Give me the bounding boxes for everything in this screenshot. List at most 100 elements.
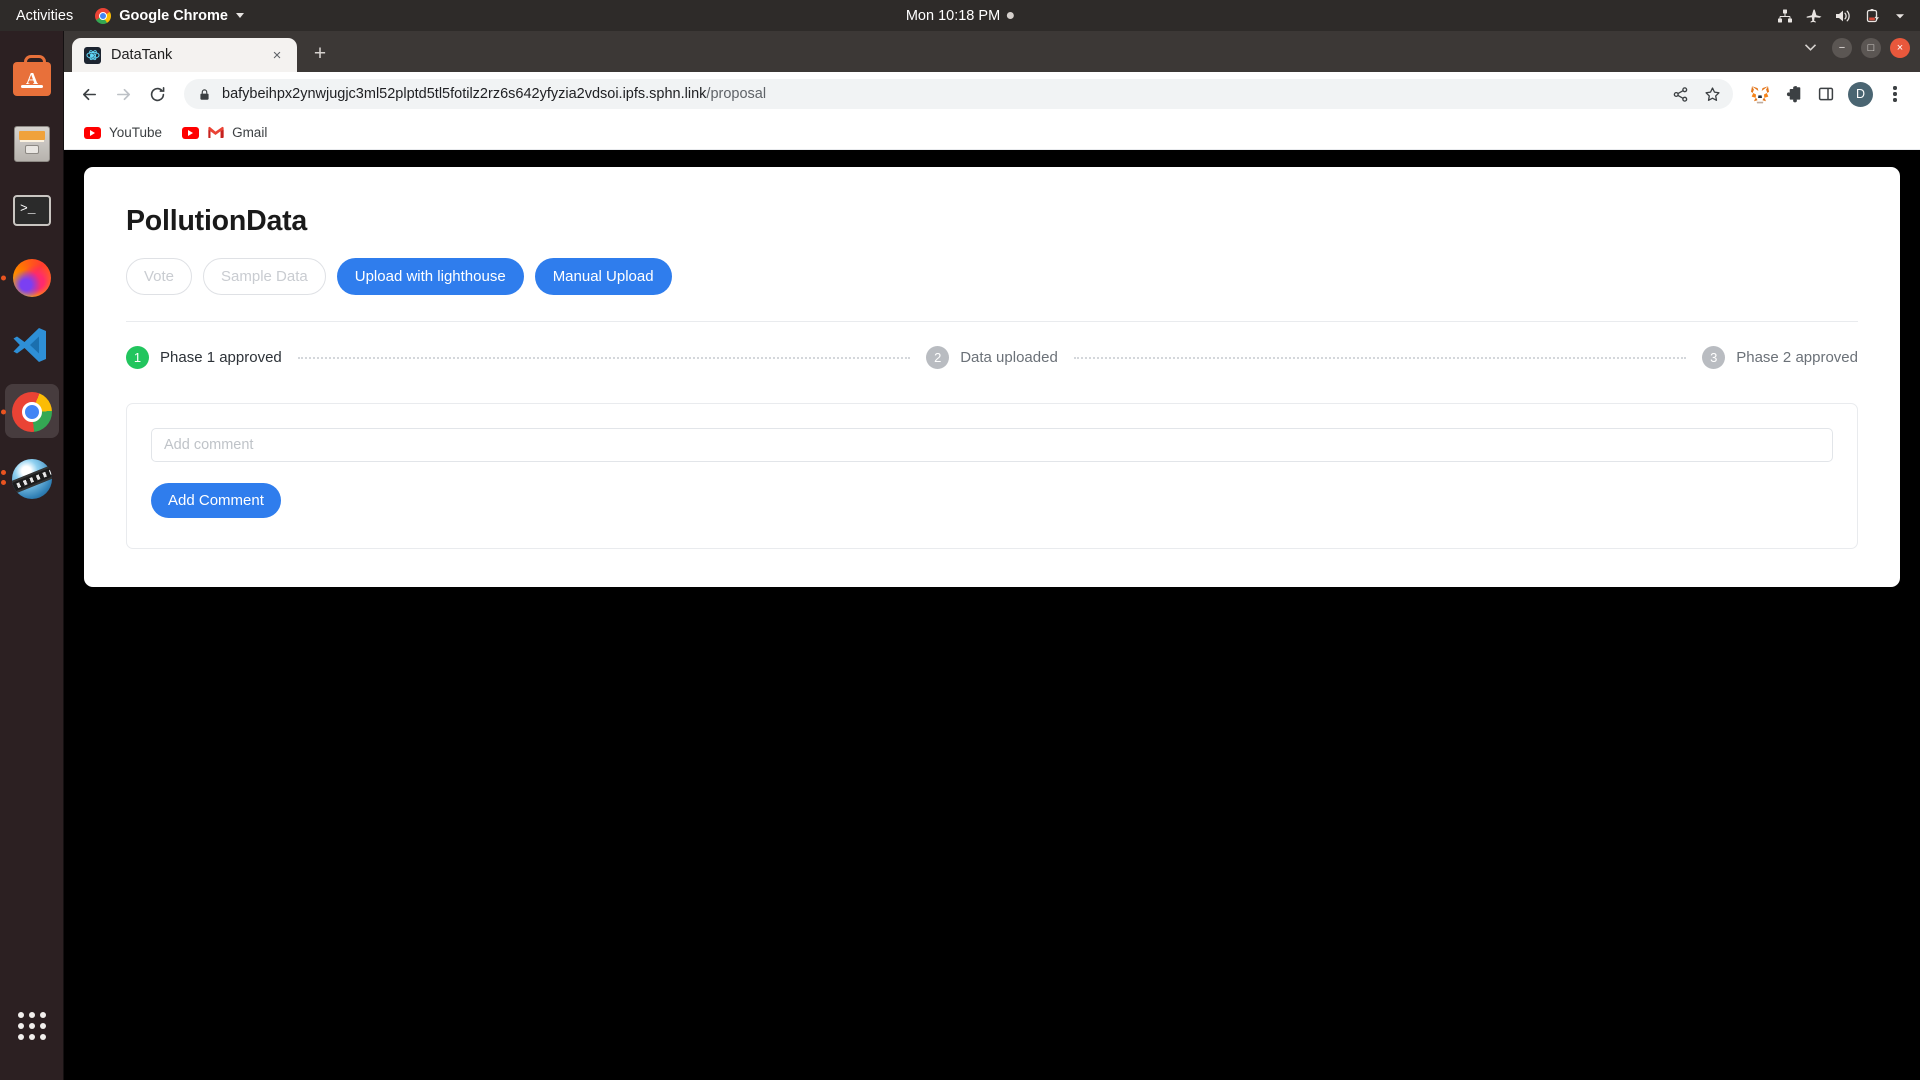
terminal-icon xyxy=(10,189,54,233)
running-indicator-icon xyxy=(1,275,6,281)
step-number: 2 xyxy=(926,346,950,369)
vscode-icon xyxy=(10,323,54,367)
chevron-down-icon xyxy=(235,13,244,18)
dock-item-vscode[interactable] xyxy=(0,313,64,377)
step-connector xyxy=(1073,356,1687,359)
manual-upload-button[interactable]: Manual Upload xyxy=(534,258,672,295)
add-comment-button[interactable]: Add Comment xyxy=(151,483,281,518)
youtube-icon xyxy=(182,126,200,139)
clock-label: Mon 10:18 PM xyxy=(905,7,1001,24)
side-panel-icon[interactable] xyxy=(1811,79,1841,109)
running-indicator-icon xyxy=(1,409,6,415)
upload-with-lighthouse-button[interactable]: Upload with lighthouse xyxy=(336,258,524,295)
lock-icon xyxy=(198,88,211,101)
bookmark-star-icon[interactable] xyxy=(1697,79,1727,109)
app-grid-icon xyxy=(18,1012,46,1040)
new-tab-button[interactable]: + xyxy=(305,39,335,69)
dock-item-media-player[interactable] xyxy=(0,447,64,511)
bookmark-label: YouTube xyxy=(109,125,163,140)
network-icon xyxy=(1777,8,1793,24)
comment-section: Add Comment xyxy=(126,403,1858,549)
action-button-row: Vote Sample Data Upload with lighthouse … xyxy=(126,258,1858,295)
step-label: Data uploaded xyxy=(960,349,1058,366)
url-text: bafybeihpx2ynwjugjc3ml52plptd5tl5fotilz2… xyxy=(222,86,1665,102)
back-icon[interactable] xyxy=(74,79,104,109)
address-bar[interactable]: bafybeihpx2ynwjugjc3ml52plptd5tl5fotilz2… xyxy=(184,79,1733,109)
system-tray[interactable] xyxy=(1777,8,1906,24)
proposal-card: PollutionData Vote Sample Data Upload wi… xyxy=(84,167,1900,587)
bookmark-gmail[interactable]: Gmail xyxy=(174,121,275,144)
youtube-icon xyxy=(84,126,101,139)
progress-stepper: 1 Phase 1 approved 2 Data uploaded 3 Pha… xyxy=(126,346,1858,369)
page-viewport: PollutionData Vote Sample Data Upload wi… xyxy=(64,150,1920,1080)
volume-icon xyxy=(1835,8,1852,24)
firefox-icon xyxy=(10,256,54,300)
url-path: /proposal xyxy=(706,86,767,102)
step-label: Phase 1 approved xyxy=(160,349,282,366)
dock-item-terminal[interactable] xyxy=(0,179,64,243)
chrome-icon xyxy=(95,7,112,24)
running-indicator-icon xyxy=(1,480,6,485)
ubuntu-dock xyxy=(0,31,64,1080)
app-menu-google-chrome[interactable]: Google Chrome xyxy=(85,7,254,24)
step-phase-1-approved: 1 Phase 1 approved xyxy=(126,346,282,369)
dock-item-google-chrome[interactable] xyxy=(0,380,64,444)
chevron-down-icon[interactable] xyxy=(1804,41,1817,55)
divider xyxy=(126,321,1858,322)
media-player-icon xyxy=(10,457,54,501)
minimize-button[interactable]: − xyxy=(1832,38,1852,58)
chrome-icon xyxy=(10,390,54,434)
profile-avatar[interactable]: D xyxy=(1848,81,1873,107)
metamask-fox-icon[interactable] xyxy=(1745,79,1775,109)
show-applications-button[interactable] xyxy=(0,994,64,1058)
toolbar-right-icons: D xyxy=(1745,79,1910,109)
three-dot-menu-icon[interactable] xyxy=(1880,79,1910,109)
clock-button[interactable]: Mon 10:18 PM xyxy=(905,7,1015,24)
dock-item-ubuntu-software[interactable] xyxy=(0,45,64,109)
activities-label: Activities xyxy=(16,7,74,24)
maximize-button[interactable]: □ xyxy=(1861,38,1881,58)
tab-title: DataTank xyxy=(111,47,173,63)
tab-datatank[interactable]: DataTank × xyxy=(72,38,297,72)
app-menu-label: Google Chrome xyxy=(119,7,228,24)
extensions-puzzle-icon[interactable] xyxy=(1778,79,1808,109)
share-icon[interactable] xyxy=(1665,79,1695,109)
step-label: Phase 2 approved xyxy=(1736,349,1858,366)
reload-icon[interactable] xyxy=(142,79,172,109)
bookmark-label: Gmail xyxy=(232,125,268,140)
bookmark-youtube[interactable]: YouTube xyxy=(76,121,170,144)
step-data-uploaded: 2 Data uploaded xyxy=(926,346,1058,369)
battery-charging-icon xyxy=(1865,8,1881,24)
gmail-icon xyxy=(207,126,224,139)
step-phase-2-approved: 3 Phase 2 approved xyxy=(1702,346,1858,369)
dock-item-files[interactable] xyxy=(0,112,64,176)
notification-dot-icon xyxy=(1007,12,1015,19)
activities-button[interactable]: Activities xyxy=(0,0,85,31)
close-window-button[interactable]: × xyxy=(1890,38,1910,58)
sample-data-button[interactable]: Sample Data xyxy=(203,258,326,295)
step-number: 1 xyxy=(126,346,149,369)
ubuntu-software-icon xyxy=(10,55,54,99)
react-atom-icon xyxy=(84,46,101,64)
chrome-window: DataTank × + − □ × bafybeihpx2ynwjugjc3m… xyxy=(64,31,1920,1080)
step-number: 3 xyxy=(1702,346,1726,369)
url-host: bafybeihpx2ynwjugjc3ml52plptd5tl5fotilz2… xyxy=(222,86,707,102)
window-controls: − □ × xyxy=(1804,38,1910,58)
tab-strip: DataTank × + − □ × xyxy=(64,31,1920,72)
running-indicator-icon xyxy=(1,470,6,475)
vote-button[interactable]: Vote xyxy=(126,258,193,295)
system-menu-chevron-icon[interactable] xyxy=(1894,10,1906,22)
omnibox-actions xyxy=(1665,79,1727,109)
step-connector xyxy=(297,356,911,359)
forward-icon[interactable] xyxy=(108,79,138,109)
close-icon[interactable]: × xyxy=(267,45,287,65)
dock-item-firefox[interactable] xyxy=(0,246,64,310)
gnome-top-bar: Activities Google Chrome Mon 10:18 PM xyxy=(0,0,1920,31)
comment-input[interactable] xyxy=(151,428,1833,462)
page-title: PollutionData xyxy=(126,205,308,237)
browser-toolbar: bafybeihpx2ynwjugjc3ml52plptd5tl5fotilz2… xyxy=(64,72,1920,116)
dock-items xyxy=(0,31,63,511)
bookmarks-bar: YouTube Gmail xyxy=(64,116,1920,150)
files-icon xyxy=(10,122,54,166)
airplane-mode-icon xyxy=(1806,8,1822,24)
